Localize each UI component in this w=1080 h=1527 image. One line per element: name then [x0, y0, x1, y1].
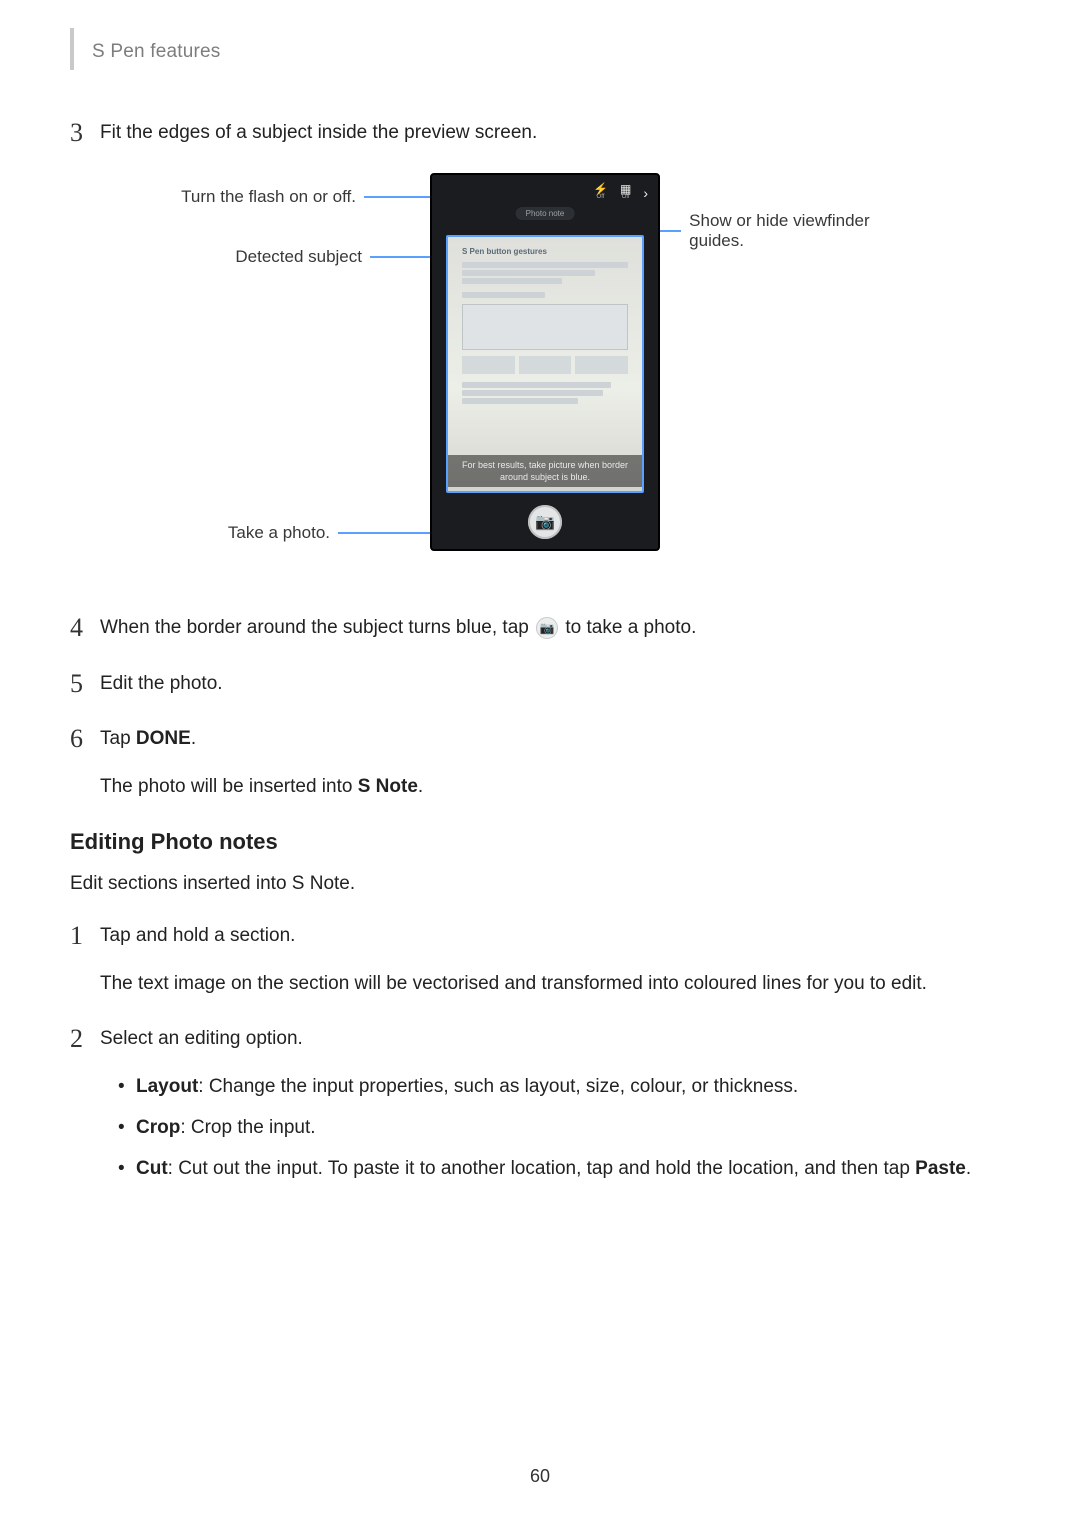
opt-rest: : Cut out the input. To paste it to anot… [168, 1158, 916, 1179]
step-text-before: When the border around the subject turns… [100, 617, 534, 638]
opt-bold: Cut [136, 1158, 168, 1179]
opt-rest: : Crop the input. [180, 1117, 315, 1138]
camera-mode-label: Photo note [516, 207, 575, 220]
step-body: Tap DONE. The photo will be inserted int… [100, 724, 1010, 801]
document-page: S Pen features 3 Fit the edges of a subj… [0, 0, 1080, 1527]
step-text: Edit the photo. [100, 669, 1010, 698]
callout-flash-label: Turn the flash on or off. [181, 187, 356, 207]
list-item: Crop: Crop the input. [118, 1113, 1010, 1142]
opt-rest: : Change the input properties, such as l… [198, 1076, 798, 1097]
callout-shutter-label: Take a photo. [228, 523, 330, 543]
step-6: 6 Tap DONE. The photo will be inserted i… [70, 724, 1010, 801]
step-body: Fit the edges of a subject inside the pr… [100, 118, 1010, 147]
opt-bold: Crop [136, 1117, 180, 1138]
camera-icon: 📷 [535, 512, 555, 532]
step-number: 6 [70, 724, 100, 801]
chevron-right-icon: › [643, 185, 648, 201]
header-bar [70, 28, 74, 70]
step-number: 3 [70, 118, 100, 147]
t: The photo will be inserted into [100, 776, 358, 797]
step-text: When the border around the subject turns… [100, 613, 1010, 642]
step-text: Tap and hold a section. [100, 921, 1010, 950]
viewfinder-hint: For best results, take picture when bord… [448, 455, 642, 487]
step-4: 4 When the border around the subject tur… [70, 613, 1010, 642]
camera-icon: 📷 [536, 617, 558, 639]
phone-mock: ⚡ Off ▦ Off › Photo note S Pen button ge… [430, 173, 660, 551]
detected-document: S Pen button gestures [462, 247, 628, 406]
paste-bold: Paste [915, 1158, 966, 1179]
subsection-lead: Edit sections inserted into S Note. [70, 873, 1010, 895]
editing-options-list: Layout: Change the input properties, suc… [100, 1072, 1010, 1184]
callout-guides: Show or hide viewfinder guides. [660, 211, 920, 251]
callout-subject: Detected subject [160, 247, 430, 267]
shutter-button: 📷 [528, 505, 562, 539]
flash-state: Off [597, 193, 605, 201]
t: Tap [100, 728, 136, 749]
step-body: When the border around the subject turns… [100, 613, 1010, 642]
callout-flash: Turn the flash on or off. [160, 187, 430, 207]
page-number: 60 [0, 1466, 1080, 1487]
annotated-screenshot: Turn the flash on or off. Detected subje… [160, 173, 920, 573]
list-item: Cut: Cut out the input. To paste it to a… [118, 1154, 1010, 1183]
callout-subject-label: Detected subject [235, 247, 362, 267]
step-line2: The photo will be inserted into S Note. [100, 772, 1010, 801]
grid-icon: ▦ Off [620, 185, 631, 201]
step-text: Select an editing option. [100, 1024, 1010, 1053]
step-number: 4 [70, 613, 100, 642]
callout-guides-label: Show or hide viewfinder guides. [689, 211, 920, 251]
diagram-block: Turn the flash on or off. Detected subje… [70, 173, 1010, 573]
page-header: S Pen features [70, 34, 1010, 70]
guides-state: Off [622, 193, 630, 201]
step-line1: Tap DONE. [100, 724, 1010, 753]
step-body: Edit the photo. [100, 669, 1010, 698]
sec2-step-2: 2 Select an editing option. Layout: Chan… [70, 1024, 1010, 1196]
phone-top-bar: ⚡ Off ▦ Off › [432, 183, 658, 203]
header-title: S Pen features [92, 41, 221, 63]
step-number: 5 [70, 669, 100, 698]
t: . [191, 728, 196, 749]
sec2-step-1: 1 Tap and hold a section. The text image… [70, 921, 1010, 998]
step-body: Select an editing option. Layout: Change… [100, 1024, 1010, 1196]
step-text: Fit the edges of a subject inside the pr… [100, 118, 1010, 147]
doc-title: S Pen button gestures [462, 247, 628, 258]
step-number: 2 [70, 1024, 100, 1196]
step-3: 3 Fit the edges of a subject inside the … [70, 118, 1010, 147]
opt-bold: Layout [136, 1076, 198, 1097]
subsection-title: Editing Photo notes [70, 829, 1010, 855]
step-body: Tap and hold a section. The text image o… [100, 921, 1010, 998]
snote-bold: S Note [358, 776, 418, 797]
t: . [418, 776, 423, 797]
opt-rest: . [966, 1158, 971, 1179]
callout-shutter: Take a photo. [160, 523, 430, 543]
step-5: 5 Edit the photo. [70, 669, 1010, 698]
done-bold: DONE [136, 728, 191, 749]
flash-icon: ⚡ Off [593, 185, 608, 201]
list-item: Layout: Change the input properties, suc… [118, 1072, 1010, 1101]
step-number: 1 [70, 921, 100, 998]
step-text: The text image on the section will be ve… [100, 969, 1010, 998]
step-text-after: to take a photo. [560, 617, 696, 638]
viewfinder: S Pen button gestures For best results, … [446, 235, 644, 493]
